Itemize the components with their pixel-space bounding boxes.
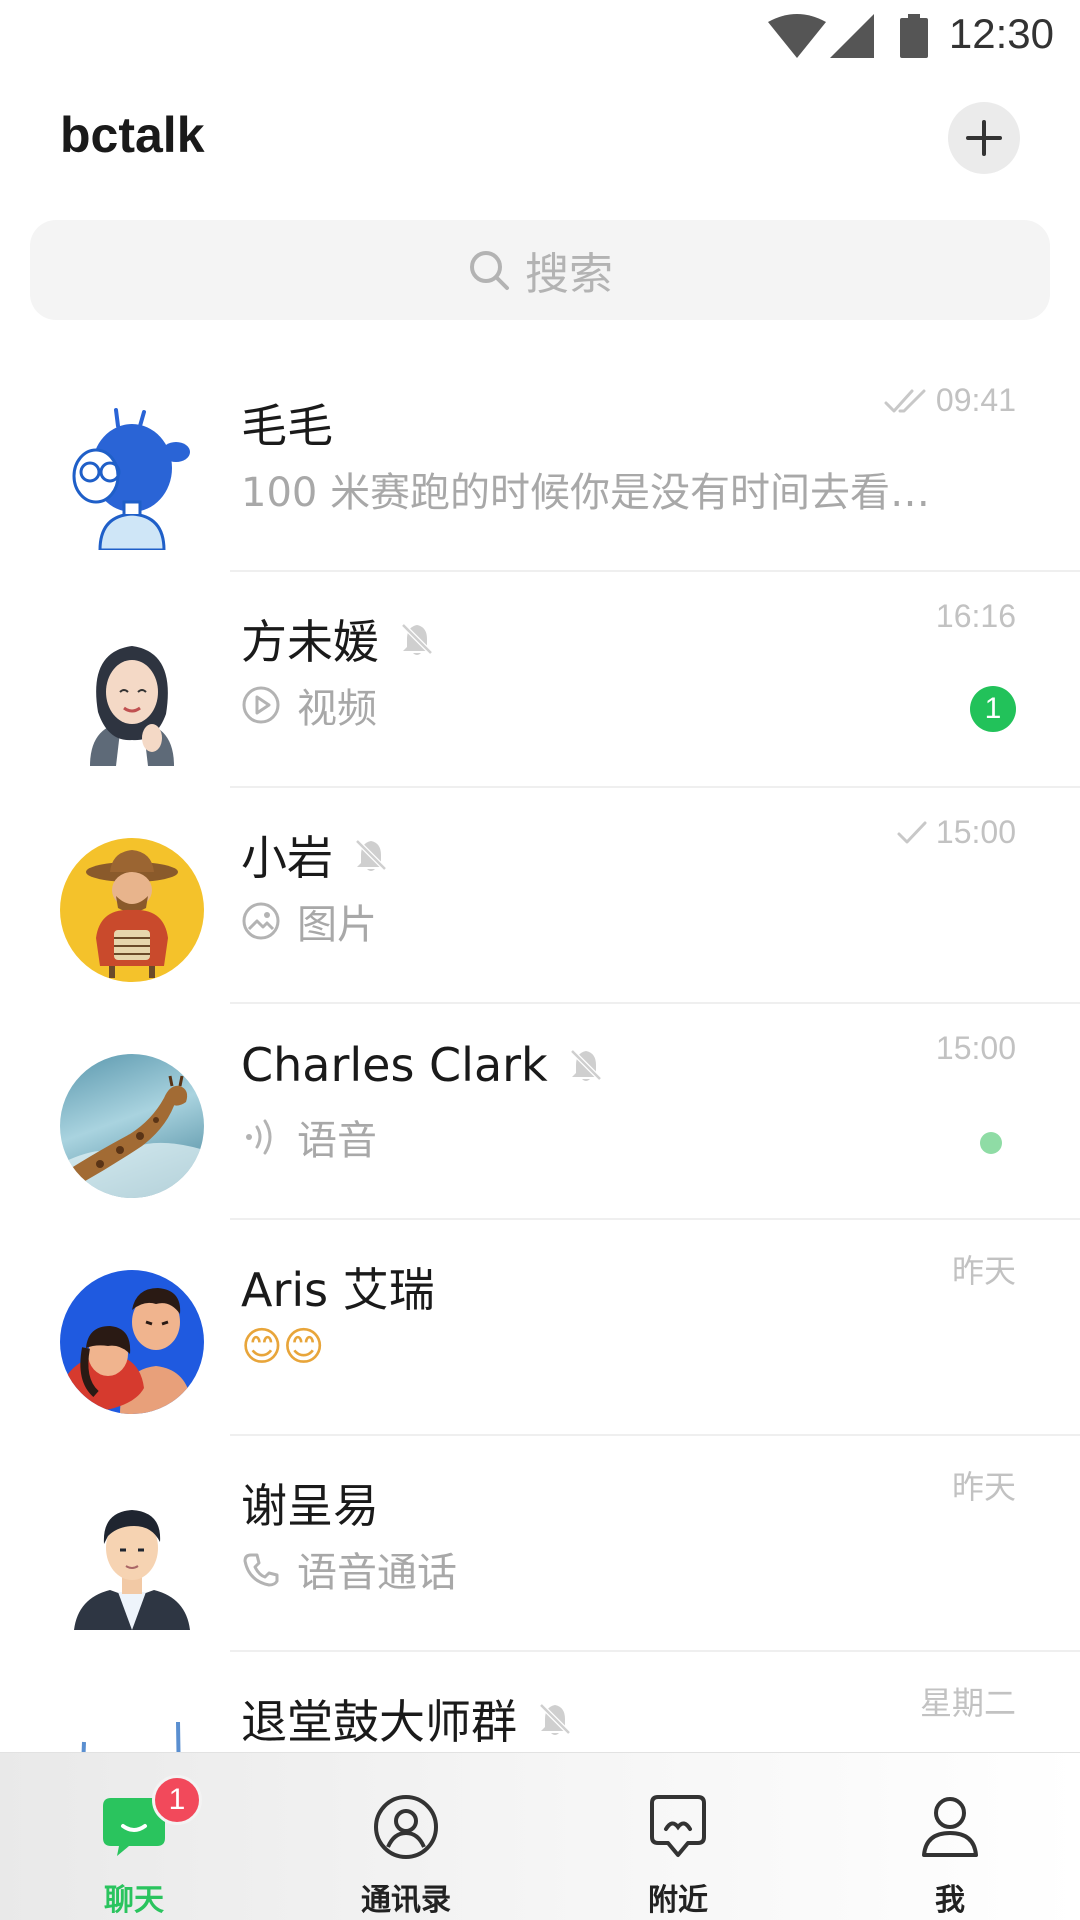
check-icon <box>897 821 927 843</box>
message-preview: 100 米赛跑的时候你是没有时间去看… <box>241 470 931 516</box>
wifi-icon <box>768 14 826 58</box>
app-title: bctalk <box>60 107 205 163</box>
contact-name: 退堂鼓大师群 <box>241 1695 517 1749</box>
avatar <box>60 1270 204 1414</box>
profile-icon <box>922 1797 978 1857</box>
message-time: 昨天 <box>951 1469 1016 1505</box>
tab-label: 聊天 <box>104 1883 164 1918</box>
phone-icon <box>243 1553 279 1587</box>
tab-contacts[interactable]: 通讯录 <box>306 1753 506 1920</box>
image-icon <box>242 902 280 940</box>
chat-row[interactable]: 谢呈易 语音通话 昨天 <box>0 1436 1080 1652</box>
unread-dot <box>980 1132 1002 1154</box>
message-preview: 😊😊 <box>241 1324 325 1370</box>
chat-row[interactable]: 小岩 图片 15:00 <box>0 788 1080 1004</box>
battery-icon <box>900 14 928 58</box>
chat-row[interactable]: Aris 艾瑞 😊😊 昨天 <box>0 1220 1080 1436</box>
contact-name: 毛毛 <box>241 399 333 453</box>
voice-icon <box>246 1119 272 1155</box>
status-time: 12:30 <box>948 10 1054 57</box>
add-button[interactable] <box>948 102 1020 174</box>
contact-name: 小岩 <box>241 831 333 885</box>
unread-badge: 1 <box>970 686 1016 732</box>
tab-badge: 1 <box>152 1775 202 1825</box>
play-icon <box>242 686 280 724</box>
chat-row[interactable]: 毛毛 100 米赛跑的时候你是没有时间去看… 09:41 <box>0 356 1080 572</box>
search-bar[interactable]: 搜索 <box>30 220 1050 320</box>
message-time: 16:16 <box>935 598 1016 634</box>
tab-label: 附近 <box>648 1883 708 1918</box>
chat-list: 毛毛 100 米赛跑的时候你是没有时间去看… 09:41 方未媛 视频 16:1… <box>0 356 1080 1752</box>
message-time: 09:41 <box>935 382 1016 418</box>
message-preview: 语音 <box>297 1118 377 1164</box>
mute-bell-icon <box>539 1703 571 1735</box>
mute-bell-icon <box>569 1049 602 1081</box>
tab-profile[interactable]: 我 <box>850 1753 1050 1920</box>
message-time: 昨天 <box>951 1253 1016 1289</box>
message-preview: 图片 <box>297 902 377 948</box>
chat-row[interactable]: 方未媛 视频 16:16 1 <box>0 572 1080 788</box>
plus-icon <box>966 120 1002 156</box>
avatar <box>60 622 204 766</box>
nearby-icon <box>650 1795 706 1857</box>
mute-bell-icon <box>401 623 433 655</box>
tab-label: 我 <box>935 1883 965 1918</box>
mute-bell-icon <box>355 839 387 871</box>
tab-label: 通讯录 <box>361 1883 451 1918</box>
contact-name: 方未媛 <box>241 615 379 669</box>
tab-bar: 1 聊天 通讯录 附近 我 <box>0 1752 1080 1920</box>
message-preview: 视频 <box>297 686 377 732</box>
avatar <box>60 1486 204 1630</box>
avatar <box>60 1702 204 1752</box>
message-time: 15:00 <box>935 814 1016 850</box>
message-preview: 语音通话 <box>297 1550 457 1596</box>
avatar <box>60 406 204 550</box>
contact-name: 谢呈易 <box>241 1479 379 1533</box>
avatar <box>60 838 204 982</box>
message-time: 15:00 <box>935 1030 1016 1066</box>
contacts-icon <box>374 1795 438 1859</box>
chat-row[interactable]: Charles Clark 语音 15:00 <box>0 1004 1080 1220</box>
double-check-icon <box>884 389 926 412</box>
tab-chats[interactable]: 1 聊天 <box>34 1753 234 1920</box>
contact-name: Charles Clark <box>241 1038 548 1092</box>
message-time: 星期二 <box>919 1685 1016 1721</box>
chat-row[interactable]: 退堂鼓大师群 星期二 <box>0 1652 1080 1752</box>
tab-nearby[interactable]: 附近 <box>578 1753 778 1920</box>
signal-icon <box>830 14 874 58</box>
avatar <box>60 1054 204 1198</box>
app-header: bctalk <box>0 96 1080 182</box>
status-bar: 12:30 <box>0 0 1080 72</box>
contact-name: Aris 艾瑞 <box>241 1263 435 1317</box>
